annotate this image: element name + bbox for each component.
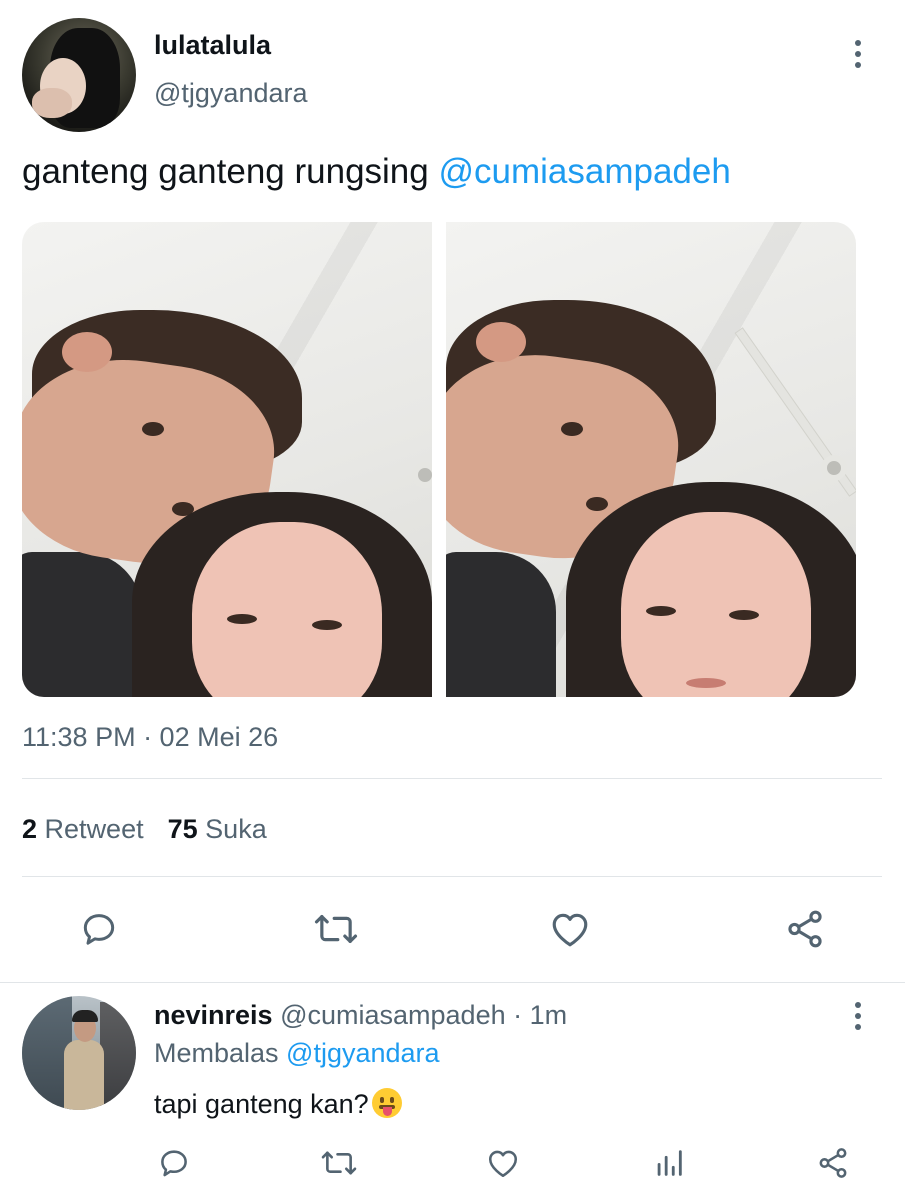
tweet-photo-1[interactable] xyxy=(22,222,432,697)
tweet-body: ganteng ganteng rungsing xyxy=(22,152,439,191)
photo-man-eye-2 xyxy=(586,497,608,511)
heart-icon[interactable] xyxy=(547,906,593,952)
retweet-count: 2 xyxy=(22,814,38,844)
photo-woman-eye-1 xyxy=(646,606,676,616)
heart-icon[interactable] xyxy=(484,1144,522,1182)
photo-man-eye-1 xyxy=(142,422,164,436)
avatar-building xyxy=(100,1002,136,1110)
divider xyxy=(22,778,882,779)
divider xyxy=(22,876,882,877)
tweet-text: ganteng ganteng rungsing @cumiasampadeh xyxy=(22,152,731,192)
more-vertical-icon[interactable] xyxy=(843,996,873,1036)
like-label: Suka xyxy=(205,814,267,844)
photo-woman-eye-2 xyxy=(729,610,759,620)
photo-shirt xyxy=(22,552,142,697)
retweet-icon[interactable] xyxy=(318,1144,360,1182)
replying-prefix: Membalas xyxy=(154,1038,287,1068)
avatar-hair xyxy=(72,1010,98,1022)
reply-handle-time: @cumiasampadeh · 1m xyxy=(280,1000,568,1030)
share-icon[interactable] xyxy=(814,1144,852,1182)
author-handle[interactable]: @tjgyandara xyxy=(154,78,308,109)
photo-shirt xyxy=(446,552,556,697)
photo-woman-eye-1 xyxy=(227,614,257,624)
tweet-photo-2[interactable] xyxy=(446,222,856,697)
divider xyxy=(0,982,905,983)
reply-display-name[interactable]: nevinreis xyxy=(154,1000,273,1030)
retweet-stat[interactable]: 2 Retweet xyxy=(22,814,144,844)
tweet-mention-link[interactable]: @cumiasampadeh xyxy=(438,152,730,191)
comment-icon[interactable] xyxy=(76,906,122,952)
like-stat[interactable]: 75 Suka xyxy=(168,814,267,844)
author-display-name[interactable]: lulatalula xyxy=(154,30,271,61)
photo-man-ear xyxy=(62,332,112,372)
photo-man-ear xyxy=(476,322,526,362)
like-count: 75 xyxy=(167,814,198,844)
retweet-icon[interactable] xyxy=(311,906,361,952)
share-icon[interactable] xyxy=(782,906,828,952)
tweet-timestamp[interactable]: 11:38 PM · 02 Mei 26 xyxy=(22,722,278,753)
analytics-icon[interactable] xyxy=(650,1144,688,1182)
reply-author-avatar[interactable] xyxy=(22,996,136,1110)
more-vertical-icon[interactable] xyxy=(843,34,873,74)
reply-text: tapi ganteng kan? xyxy=(154,1088,402,1120)
replying-to-link[interactable]: @tjgyandara xyxy=(286,1038,440,1068)
photo-vent xyxy=(821,455,847,481)
photo-vent xyxy=(412,462,432,488)
photo-woman-face xyxy=(621,512,811,697)
avatar-hand xyxy=(32,88,72,118)
tweet-stats: 2 Retweet 75 Suka xyxy=(22,814,267,845)
photo-woman-face xyxy=(192,522,382,697)
photo-man-eye-1 xyxy=(561,422,583,436)
reply-header: nevinreis @cumiasampadeh · 1m xyxy=(154,1000,567,1031)
photo-woman-lip xyxy=(686,678,726,688)
retweet-label: Retweet xyxy=(44,814,144,844)
tongue-out-emoji-icon xyxy=(371,1088,402,1118)
reply-body: tapi ganteng kan? xyxy=(154,1089,369,1119)
author-avatar[interactable] xyxy=(22,18,136,132)
photo-woman-eye-2 xyxy=(312,620,342,630)
avatar-body xyxy=(64,1040,104,1110)
replying-to: Membalas @tjgyandara xyxy=(154,1038,440,1069)
comment-icon[interactable] xyxy=(155,1144,193,1182)
